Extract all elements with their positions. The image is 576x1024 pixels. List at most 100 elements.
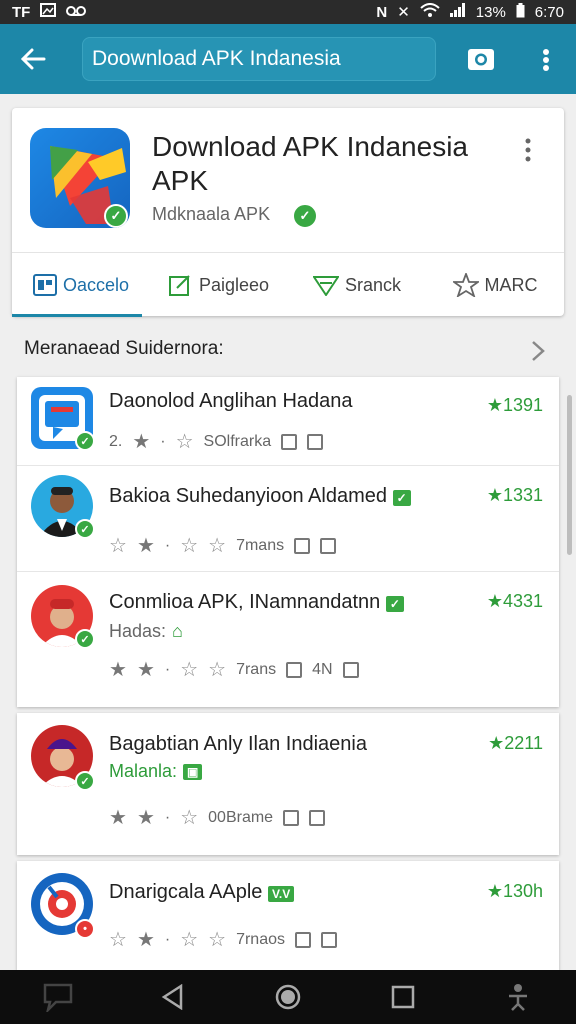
battery-icon [516, 2, 525, 22]
list-item[interactable]: ✓ Conmlioa APK, INamnandatnn ✓ Hadas: ⌂ … [17, 571, 559, 707]
list-item[interactable]: ✓ Daonolod Anglihan Hadana 2. ★ · ☆ SOlfr… [17, 377, 559, 466]
tab-overview[interactable]: Oaccelo [12, 253, 150, 317]
item-rating-prefix: 2. [109, 432, 123, 450]
item-score: ★1331 [486, 485, 543, 505]
tab-marc[interactable]: MARC [426, 253, 564, 317]
item-title-text: Bakioa Suhedanyioon Aldamed [109, 485, 387, 507]
chevron-right-icon [532, 341, 545, 361]
list-item[interactable]: • Dnarigcala AAple V.V ☆ ★ · ☆ ☆ 7rnaos ★13… [17, 861, 559, 971]
star-icon: ★ [109, 807, 127, 829]
verified-check-icon: ✓ [75, 519, 95, 539]
overflow-menu-button[interactable] [536, 46, 556, 74]
item-title: Conmlioa APK, INamnandatnn ✓ [109, 591, 404, 614]
app-icon[interactable]: ✓ [30, 128, 130, 228]
more-vert-icon [543, 49, 549, 71]
box-icon [294, 537, 311, 554]
item-title: Bakioa Suhedanyioon Aldamed ✓ [109, 485, 411, 508]
star-outline-icon: ☆ [109, 929, 127, 951]
triangle-back-icon [161, 984, 183, 1010]
accessibility-button[interactable] [498, 977, 538, 1017]
score-value: 4331 [502, 591, 543, 611]
item-score: ★130h [486, 881, 543, 901]
item-title-text: Conmlioa APK, INamnandatnn [109, 591, 381, 613]
item-score: ★2211 [488, 733, 543, 753]
accessibility-icon [509, 984, 528, 1011]
item-score: ★1391 [486, 395, 543, 415]
item-sub-text: Hadas: [109, 621, 167, 641]
battery-percent: 13% [475, 3, 506, 21]
signal-icon [449, 3, 466, 21]
box-icon [295, 931, 311, 948]
item-subtitle: Hadas: ⌂ [109, 621, 183, 642]
item-meta-text: 7rans [236, 660, 277, 678]
list-item[interactable]: ✓ Bagabtian Anly Ilan Indiaenia Malanla:… [17, 713, 559, 855]
star-outline-icon: ☆ [208, 535, 227, 557]
home-nav-button[interactable] [268, 977, 308, 1017]
section-title: Meranaead Suidernora: [24, 338, 224, 359]
tab-label: Oaccelo [62, 274, 130, 295]
item-meta: 2. ★ · ☆ SOlfrarka [109, 429, 324, 454]
item-title-text: Dnarigcala AAple [109, 881, 263, 903]
box-icon [320, 537, 337, 554]
image-icon [40, 3, 57, 21]
scrollbar[interactable] [567, 395, 572, 555]
item-meta: ☆ ★ · ☆ ☆ 7mans [109, 533, 337, 558]
edit-icon [168, 275, 190, 296]
recents-nav-button[interactable] [383, 977, 423, 1017]
box-icon [283, 809, 300, 826]
assistant-button[interactable] [38, 977, 78, 1017]
star-icon: ★ [136, 807, 155, 829]
back-nav-button[interactable] [153, 977, 193, 1017]
tab-label: MARC [484, 274, 538, 295]
back-button[interactable] [0, 24, 66, 94]
more-vert-icon [525, 138, 531, 162]
clock: 6:70 [534, 3, 564, 21]
section-more-button[interactable] [530, 340, 546, 362]
item-title: Dnarigcala AAple V.V [109, 881, 295, 904]
star-outline-icon: ☆ [208, 659, 227, 681]
camera-button[interactable] [466, 46, 496, 72]
star-icon: ★ [132, 431, 151, 453]
item-meta: ☆ ★ · ☆ ☆ 7rnaos [109, 927, 337, 952]
item-sub-text: Malanla: [109, 761, 178, 781]
item-meta: ★ ★ · ☆ 00Brame [109, 805, 326, 830]
wifi-icon [420, 3, 440, 21]
search-input[interactable]: Doownload APK Indanesia [82, 37, 436, 81]
item-meta-text: SOlfrarka [203, 432, 272, 450]
tree-icon: ⌂ [172, 621, 183, 641]
star-outline-icon: ☆ [180, 535, 199, 557]
item-meta-text: 00Brame [208, 808, 274, 826]
voicemail-icon [66, 4, 87, 21]
arrow-left-icon [20, 48, 46, 70]
verified-check-icon: ✓ [75, 629, 95, 649]
star-icon: ★ [136, 929, 155, 951]
star-outline-icon: ☆ [109, 535, 127, 557]
star-outline-icon: ☆ [180, 807, 199, 829]
app-tabs: Oaccelo Paigleeo Sranck MARC [12, 252, 564, 317]
item-title: Daonolod Anglihan Hadana [109, 390, 353, 412]
status-dot-icon: • [75, 919, 95, 939]
mute-icon: ✕ [397, 4, 410, 21]
box-icon [281, 433, 298, 450]
tab-edit[interactable]: Paigleeo [150, 253, 288, 317]
camera-icon [468, 49, 494, 70]
star-icon: ★ [136, 659, 155, 681]
app-more-button[interactable] [520, 136, 536, 166]
app-developer[interactable]: Mdknaala APK [152, 204, 270, 225]
status-app-label: TF [12, 3, 31, 21]
list-item[interactable]: ✓ Bakioa Suhedanyioon Aldamed ✓ ☆ ★ · ☆ ☆ 7… [17, 465, 559, 572]
search-text: Doownload APK Indanesia [92, 47, 341, 70]
score-value: 130h [502, 881, 543, 901]
system-nav-bar [0, 970, 576, 1024]
nfc-icon: N [376, 3, 388, 21]
score-value: 2211 [504, 733, 543, 753]
box-icon [342, 661, 359, 678]
tab-rank[interactable]: Sranck [288, 253, 426, 317]
app-title: Download APK Indanesia APK [152, 131, 468, 196]
version-badge: V.V [268, 886, 295, 902]
item-meta-text: 7rnaos [236, 930, 285, 948]
verified-check-icon: ✓ [75, 771, 95, 791]
item-subtitle: Malanla: ▣ [109, 761, 203, 782]
verified-badge-icon: ✓ [392, 490, 411, 506]
star-outline-icon: ☆ [175, 431, 194, 453]
